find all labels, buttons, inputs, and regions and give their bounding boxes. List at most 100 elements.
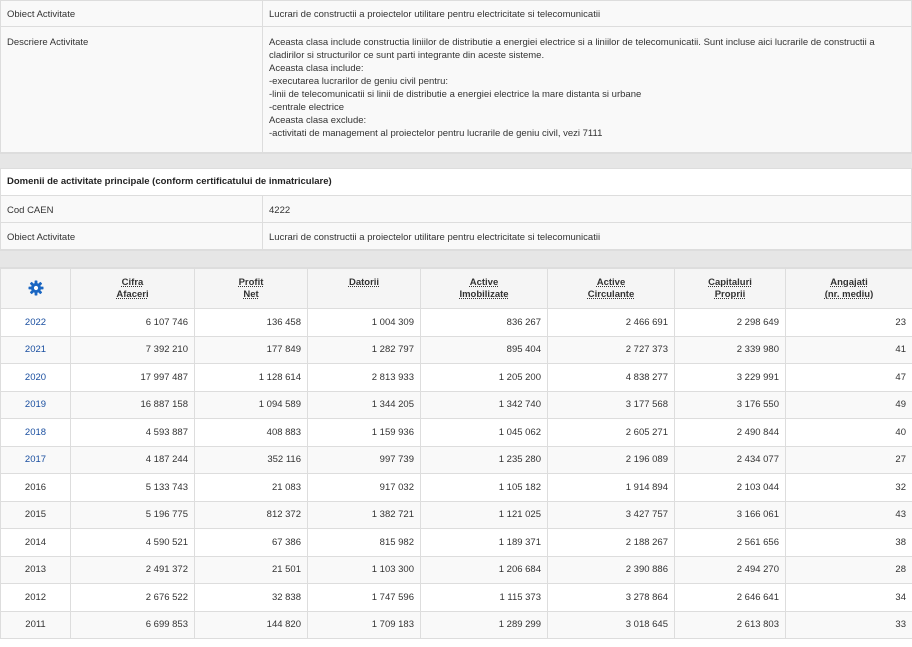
- descriere-line: cladirilor si structurilor ce sunt parti…: [269, 50, 545, 61]
- cell-angajati: 28: [785, 555, 912, 584]
- cell-cifra-afaceri: 4 593 887: [70, 418, 195, 447]
- cell-angajati: 43: [785, 500, 912, 529]
- cell-profit-net: 67 386: [194, 528, 308, 557]
- cell-active-circulante: 3 177 568: [547, 390, 675, 419]
- cell-active-circulante: 2 196 089: [547, 445, 675, 474]
- cell-capitaluri-proprii: 3 166 061: [674, 500, 786, 529]
- cell-capitaluri-proprii: 3 176 550: [674, 390, 786, 419]
- header-cifra-afaceri[interactable]: Cifra Afaceri: [70, 268, 195, 309]
- financial-body: 2022 6 107 746 136 458 1 004 309 836 267 2 46…: [0, 308, 912, 639]
- cell-cifra-afaceri: 6 107 746: [70, 308, 195, 337]
- year-link[interactable]: 2018: [25, 427, 46, 438]
- descriere-row: Descriere Activitate Aceasta clasa inclu…: [0, 26, 912, 153]
- cell-active-circulante: 2 466 691: [547, 308, 675, 337]
- year-cell: 2014: [0, 528, 71, 557]
- cell-datorii: 1 282 797: [307, 335, 421, 364]
- financial-table: Cifra Afaceri Profit Net Datorii Active Imo…: [0, 268, 912, 639]
- settings-button[interactable]: [0, 268, 71, 309]
- header-capitaluri-proprii[interactable]: Capitaluri Proprii: [674, 268, 786, 309]
- cell-angajati: 49: [785, 390, 912, 419]
- cell-active-circulante: 2 390 886: [547, 555, 675, 584]
- cell-active-imobilizate: 1 289 299: [420, 610, 548, 639]
- cod-caen-value: 4222: [262, 195, 912, 223]
- cell-profit-net: 812 372: [194, 500, 308, 529]
- descriere-line: Aceasta clasa include:: [269, 63, 364, 74]
- cell-profit-net: 1 128 614: [194, 363, 308, 392]
- cell-angajati: 32: [785, 473, 912, 502]
- year-cell: 2019: [0, 390, 71, 419]
- year-label: 2013: [24, 564, 47, 576]
- cell-profit-net: 352 116: [194, 445, 308, 474]
- year-cell: 2017: [0, 445, 71, 474]
- year-link[interactable]: 2022: [25, 317, 46, 328]
- financial-header-row: Cifra Afaceri Profit Net Datorii Active Imo…: [0, 268, 912, 309]
- cell-cifra-afaceri: 16 887 158: [70, 390, 195, 419]
- header-angajati[interactable]: Angajati (nr. mediu): [785, 268, 912, 309]
- year-cell: 2018: [0, 418, 71, 447]
- cell-datorii: 1 103 300: [307, 555, 421, 584]
- year-label: 2011: [25, 619, 46, 631]
- domenii-obiect-value: Lucrari de constructii a proiectelor uti…: [262, 222, 912, 250]
- cell-active-imobilizate: 1 121 025: [420, 500, 548, 529]
- cell-datorii: 815 982: [307, 528, 421, 557]
- table-row: 2012 2 676 522 32 838 1 747 596 1 115 373 3 2…: [0, 583, 912, 612]
- cell-cifra-afaceri: 7 392 210: [70, 335, 195, 364]
- year-label: 2014: [24, 536, 47, 548]
- cell-active-circulante: 1 914 894: [547, 473, 675, 502]
- cell-active-circulante: 3 018 645: [547, 610, 675, 639]
- cell-datorii: 997 739: [307, 445, 421, 474]
- cell-cifra-afaceri: 5 196 775: [70, 500, 195, 529]
- header-datorii[interactable]: Datorii: [307, 268, 421, 309]
- cell-active-imobilizate: 1 205 200: [420, 363, 548, 392]
- cell-cifra-afaceri: 5 133 743: [70, 473, 195, 502]
- year-link[interactable]: 2021: [25, 344, 46, 355]
- obiect-row: Obiect Activitate Lucrari de constructii…: [0, 0, 912, 27]
- cell-capitaluri-proprii: 2 103 044: [674, 473, 786, 502]
- cod-caen-row: Cod CAEN 4222: [0, 195, 912, 223]
- year-link[interactable]: 2019: [25, 399, 46, 410]
- year-cell: 2012: [0, 583, 71, 612]
- year-cell: 2022: [0, 308, 71, 337]
- cell-active-imobilizate: 1 189 371: [420, 528, 548, 557]
- section-divider: [0, 250, 912, 268]
- cell-capitaluri-proprii: 2 298 649: [674, 308, 786, 337]
- cell-angajati: 23: [785, 308, 912, 337]
- cell-active-circulante: 2 605 271: [547, 418, 675, 447]
- domenii-title: Domenii de activitate principale (confor…: [0, 169, 912, 195]
- year-link[interactable]: 2020: [25, 372, 46, 383]
- cell-cifra-afaceri: 4 187 244: [70, 445, 195, 474]
- activity-info-table: Obiect Activitate Lucrari de constructii…: [0, 0, 912, 153]
- cell-profit-net: 408 883: [194, 418, 308, 447]
- section-divider: [0, 153, 912, 169]
- cell-cifra-afaceri: 2 676 522: [70, 583, 195, 612]
- header-active-circulante[interactable]: Active Circulante: [547, 268, 675, 309]
- cell-active-circulante: 2 188 267: [547, 528, 675, 557]
- cod-caen-label: Cod CAEN: [0, 195, 263, 223]
- cell-cifra-afaceri: 6 699 853: [70, 610, 195, 639]
- cell-capitaluri-proprii: 2 613 803: [674, 610, 786, 639]
- cell-datorii: 1 709 183: [307, 610, 421, 639]
- cell-datorii: 1 004 309: [307, 308, 421, 337]
- year-label: 2016: [24, 481, 47, 493]
- table-row: 2016 5 133 743 21 083 917 032 1 105 182 1 914…: [0, 473, 912, 502]
- year-link[interactable]: 2017: [25, 454, 46, 465]
- cell-profit-net: 144 820: [194, 610, 308, 639]
- cell-cifra-afaceri: 4 590 521: [70, 528, 195, 557]
- cell-active-circulante: 4 838 277: [547, 363, 675, 392]
- table-row: 2017 4 187 244 352 116 997 739 1 235 280 2 19…: [0, 445, 912, 474]
- table-row: 2014 4 590 521 67 386 815 982 1 189 371 2 188…: [0, 528, 912, 557]
- cell-angajati: 34: [785, 583, 912, 612]
- cell-angajati: 27: [785, 445, 912, 474]
- cell-datorii: 2 813 933: [307, 363, 421, 392]
- header-active-imobilizate[interactable]: Active Imobilizate: [420, 268, 548, 309]
- header-profit-net[interactable]: Profit Net: [194, 268, 308, 309]
- cell-profit-net: 1 094 589: [194, 390, 308, 419]
- descriere-line: Aceasta clasa include constructia liniil…: [269, 37, 875, 48]
- cell-capitaluri-proprii: 2 434 077: [674, 445, 786, 474]
- cell-angajati: 40: [785, 418, 912, 447]
- domenii-obiect-label: Obiect Activitate: [0, 222, 263, 250]
- cell-active-imobilizate: 1 105 182: [420, 473, 548, 502]
- cell-datorii: 1 747 596: [307, 583, 421, 612]
- year-cell: 2021: [0, 335, 71, 364]
- table-row: 2022 6 107 746 136 458 1 004 309 836 267 2 46…: [0, 308, 912, 337]
